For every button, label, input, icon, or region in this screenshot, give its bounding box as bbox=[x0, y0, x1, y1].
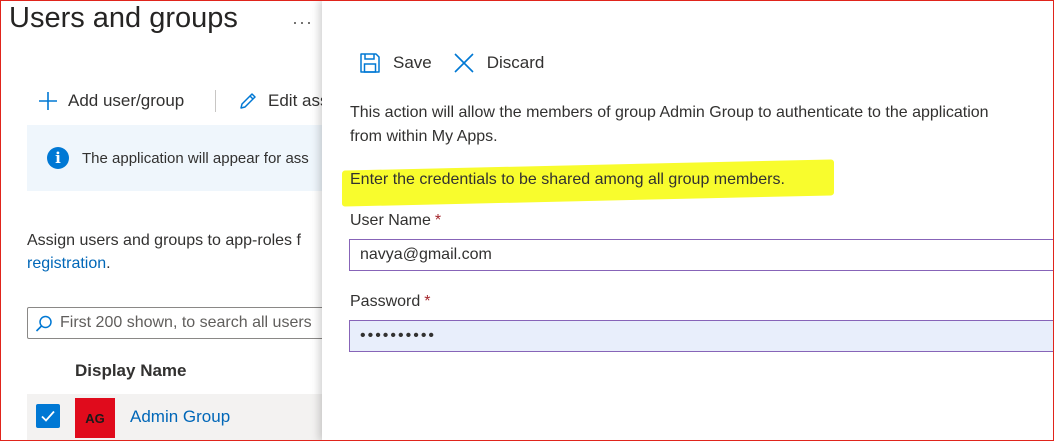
assign-description: Assign users and groups to app-roles f r… bbox=[27, 229, 301, 275]
close-icon bbox=[452, 51, 476, 75]
users-and-groups-page: Users and groups ··· Add user/group Edit… bbox=[0, 0, 340, 441]
table-row[interactable]: AG Admin Group bbox=[27, 394, 340, 441]
more-options-icon[interactable]: ··· bbox=[292, 12, 313, 33]
assign-line: Assign users and groups to app-roles f bbox=[27, 232, 301, 249]
save-icon bbox=[358, 51, 382, 75]
display-name-column-header[interactable]: Display Name bbox=[75, 361, 187, 381]
search-icon bbox=[34, 314, 54, 334]
username-field[interactable] bbox=[349, 239, 1054, 271]
row-checkbox[interactable] bbox=[36, 404, 60, 428]
credentials-instruction: Enter the credentials to be shared among… bbox=[350, 171, 785, 188]
checkmark-icon bbox=[41, 410, 55, 422]
save-label: Save bbox=[393, 53, 432, 72]
discard-label: Discard bbox=[486, 53, 545, 72]
panel-toolbar: Save Discard bbox=[358, 48, 544, 78]
required-mark: * bbox=[434, 212, 442, 229]
add-user-group-button[interactable]: Add user/group bbox=[37, 86, 184, 116]
password-label: Password * bbox=[350, 293, 430, 311]
command-separator bbox=[215, 90, 216, 112]
registration-link[interactable]: registration bbox=[27, 255, 106, 272]
search-input[interactable] bbox=[60, 308, 340, 338]
info-text: The application will appear for ass bbox=[82, 150, 309, 167]
username-label-text: User Name bbox=[350, 212, 431, 229]
page-title: Users and groups bbox=[9, 2, 238, 34]
credentials-panel: Save Discard This action will allow the … bbox=[322, 0, 1054, 441]
info-bar: i The application will appear for ass bbox=[27, 125, 340, 191]
description-line: from within My Apps. bbox=[350, 128, 498, 145]
description-line: This action will allow the members of gr… bbox=[350, 104, 989, 121]
username-label: User Name * bbox=[350, 212, 441, 230]
discard-button[interactable]: Discard bbox=[452, 51, 545, 75]
pencil-icon bbox=[237, 90, 259, 112]
password-field[interactable] bbox=[349, 320, 1054, 352]
add-user-group-label: Add user/group bbox=[68, 91, 185, 110]
search-box[interactable] bbox=[27, 307, 340, 339]
edit-assignment-label: Edit ass bbox=[268, 91, 329, 110]
group-name-link[interactable]: Admin Group bbox=[130, 407, 230, 427]
assign-suffix: . bbox=[106, 255, 111, 272]
password-label-text: Password bbox=[350, 293, 421, 310]
plus-icon bbox=[37, 90, 59, 112]
required-mark: * bbox=[424, 293, 431, 310]
save-button[interactable]: Save bbox=[358, 51, 432, 75]
avatar: AG bbox=[75, 398, 115, 438]
panel-description: This action will allow the members of gr… bbox=[350, 101, 1054, 149]
info-icon: i bbox=[47, 147, 69, 169]
edit-assignment-button[interactable]: Edit ass bbox=[237, 86, 328, 116]
